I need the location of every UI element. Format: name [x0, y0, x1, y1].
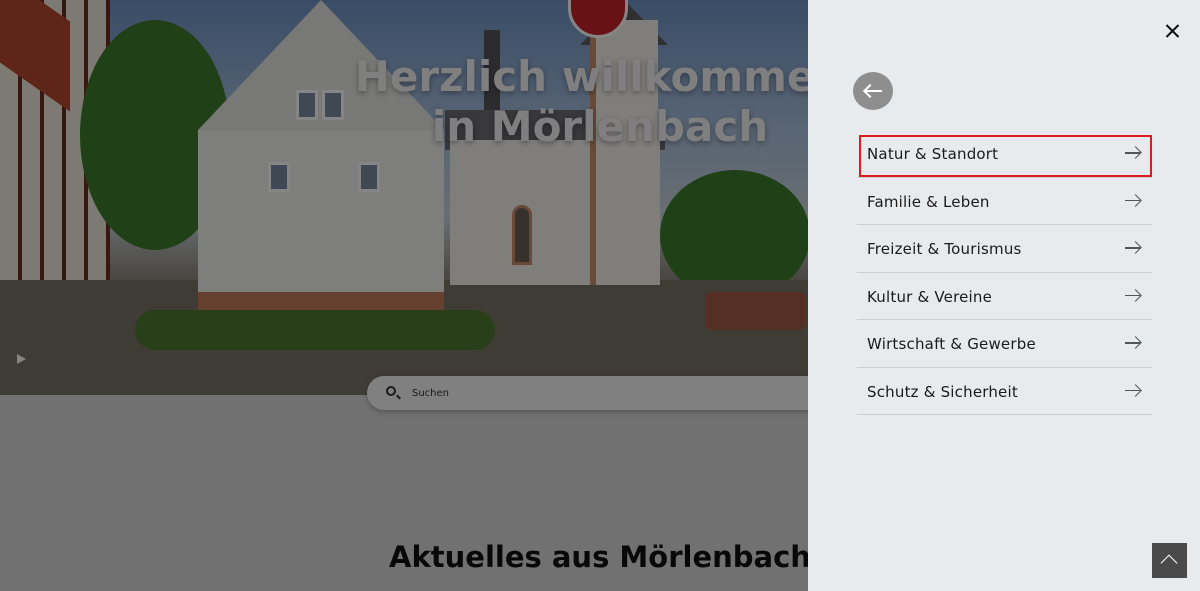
submenu-list: Natur & Standort Familie & Leben Freizei…	[857, 130, 1152, 415]
menu-item-label: Freizeit & Tourismus	[867, 240, 1022, 258]
menu-item-label: Natur & Standort	[867, 145, 999, 163]
arrow-right-icon	[1125, 152, 1140, 154]
scroll-to-top-button[interactable]	[1152, 543, 1187, 578]
menu-item-label: Familie & Leben	[867, 192, 990, 211]
menu-item-schutz-sicherheit[interactable]: Schutz & Sicherheit	[857, 368, 1152, 415]
menu-item-label: Kultur & Vereine	[867, 287, 993, 306]
arrow-right-icon	[1125, 342, 1140, 344]
chevron-up-icon	[1160, 554, 1178, 572]
menu-item-wirtschaft-gewerbe[interactable]: Wirtschaft & Gewerbe	[857, 320, 1152, 368]
menu-item-kultur-vereine[interactable]: Kultur & Vereine	[857, 273, 1152, 320]
page-overlay[interactable]	[0, 0, 808, 591]
back-arrow-icon	[865, 90, 882, 92]
menu-item-label: Schutz & Sicherheit	[867, 382, 1018, 401]
menu-item-label: Wirtschaft & Gewerbe	[867, 335, 1036, 353]
arrow-right-icon	[1125, 199, 1140, 201]
menu-item-natur-standort[interactable]: Natur & Standort	[857, 130, 1152, 178]
arrow-right-icon	[1125, 294, 1140, 296]
menu-item-freizeit-tourismus[interactable]: Freizeit & Tourismus	[857, 225, 1152, 273]
close-icon[interactable]	[1162, 20, 1184, 42]
arrow-right-icon	[1125, 389, 1140, 391]
back-button[interactable]	[853, 72, 893, 110]
arrow-right-icon	[1125, 247, 1140, 249]
menu-item-familie-leben[interactable]: Familie & Leben	[857, 178, 1152, 225]
